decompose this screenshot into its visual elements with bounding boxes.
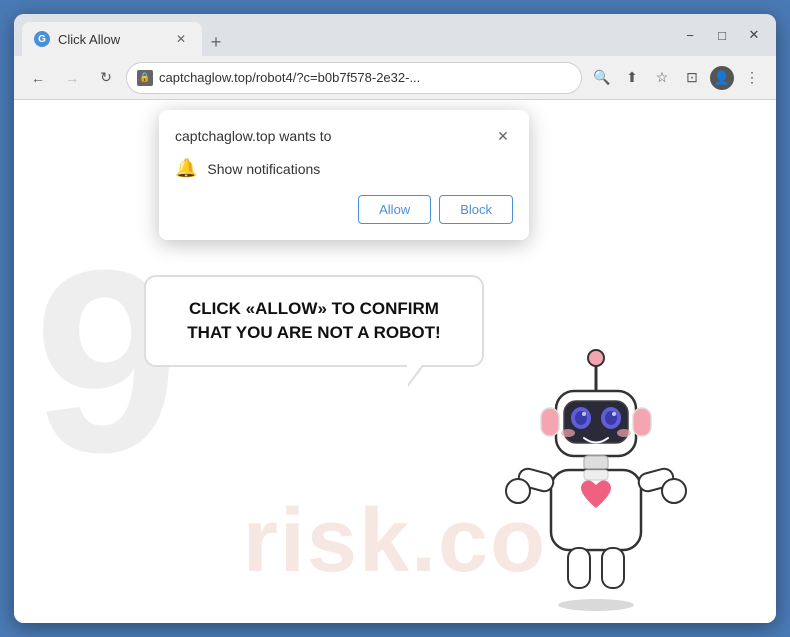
lock-icon: 🔒 (137, 70, 153, 86)
split-view-icon[interactable]: ⊡ (678, 64, 706, 92)
robot-svg (496, 343, 696, 613)
notification-text: Show notifications (207, 161, 320, 177)
address-text: captchaglow.top/robot4/?c=b0b7f578-2e32-… (159, 70, 571, 85)
nav-icons: 🔍 ⬆ ☆ ⊡ 👤 ⋮ (588, 64, 766, 92)
bookmark-icon[interactable]: ☆ (648, 64, 676, 92)
bubble-text: CLICK «ALLOW» TO CONFIRM THAT YOU ARE NO… (166, 297, 462, 345)
tab-title: Click Allow (58, 32, 164, 47)
minimize-button[interactable]: − (676, 21, 704, 49)
popup-title: captchaglow.top wants to (175, 128, 331, 144)
tab-area: G Click Allow ✕ + (22, 14, 670, 56)
share-icon[interactable]: ⬆ (618, 64, 646, 92)
address-bar[interactable]: 🔒 captchaglow.top/robot4/?c=b0b7f578-2e3… (126, 62, 582, 94)
popup-notification-row: 🔔 Show notifications (175, 158, 513, 179)
bell-icon: 🔔 (175, 158, 197, 179)
speech-bubble: CLICK «ALLOW» TO CONFIRM THAT YOU ARE NO… (144, 275, 484, 367)
forward-button[interactable]: → (58, 64, 86, 92)
allow-button[interactable]: Allow (358, 195, 431, 224)
profile-button[interactable]: 👤 (708, 64, 736, 92)
page-content: 9 risk.co captchaglow.top wants to ✕ 🔔 S… (14, 100, 776, 623)
refresh-button[interactable]: ↻ (92, 64, 120, 92)
new-tab-button[interactable]: + (202, 28, 230, 56)
search-icon[interactable]: 🔍 (588, 64, 616, 92)
menu-button[interactable]: ⋮ (738, 64, 766, 92)
back-button[interactable]: ← (24, 64, 52, 92)
active-tab[interactable]: G Click Allow ✕ (22, 22, 202, 56)
window-controls: − □ ✕ (676, 21, 768, 49)
maximize-button[interactable]: □ (708, 21, 736, 49)
popup-header: captchaglow.top wants to ✕ (175, 126, 513, 146)
popup-buttons: Allow Block (175, 195, 513, 224)
nav-bar: ← → ↻ 🔒 captchaglow.top/robot4/?c=b0b7f5… (14, 56, 776, 100)
close-button[interactable]: ✕ (740, 21, 768, 49)
block-button[interactable]: Block (439, 195, 513, 224)
popup-close-button[interactable]: ✕ (493, 126, 513, 146)
notification-popup: captchaglow.top wants to ✕ 🔔 Show notifi… (159, 110, 529, 240)
title-bar: G Click Allow ✕ + − □ ✕ (14, 14, 776, 56)
tab-favicon: G (34, 31, 50, 47)
profile-avatar: 👤 (710, 66, 734, 90)
robot-figure (496, 343, 696, 613)
tab-close-button[interactable]: ✕ (172, 30, 190, 48)
browser-window: G Click Allow ✕ + − □ ✕ ← → ↻ 🔒 captchag… (14, 14, 776, 623)
